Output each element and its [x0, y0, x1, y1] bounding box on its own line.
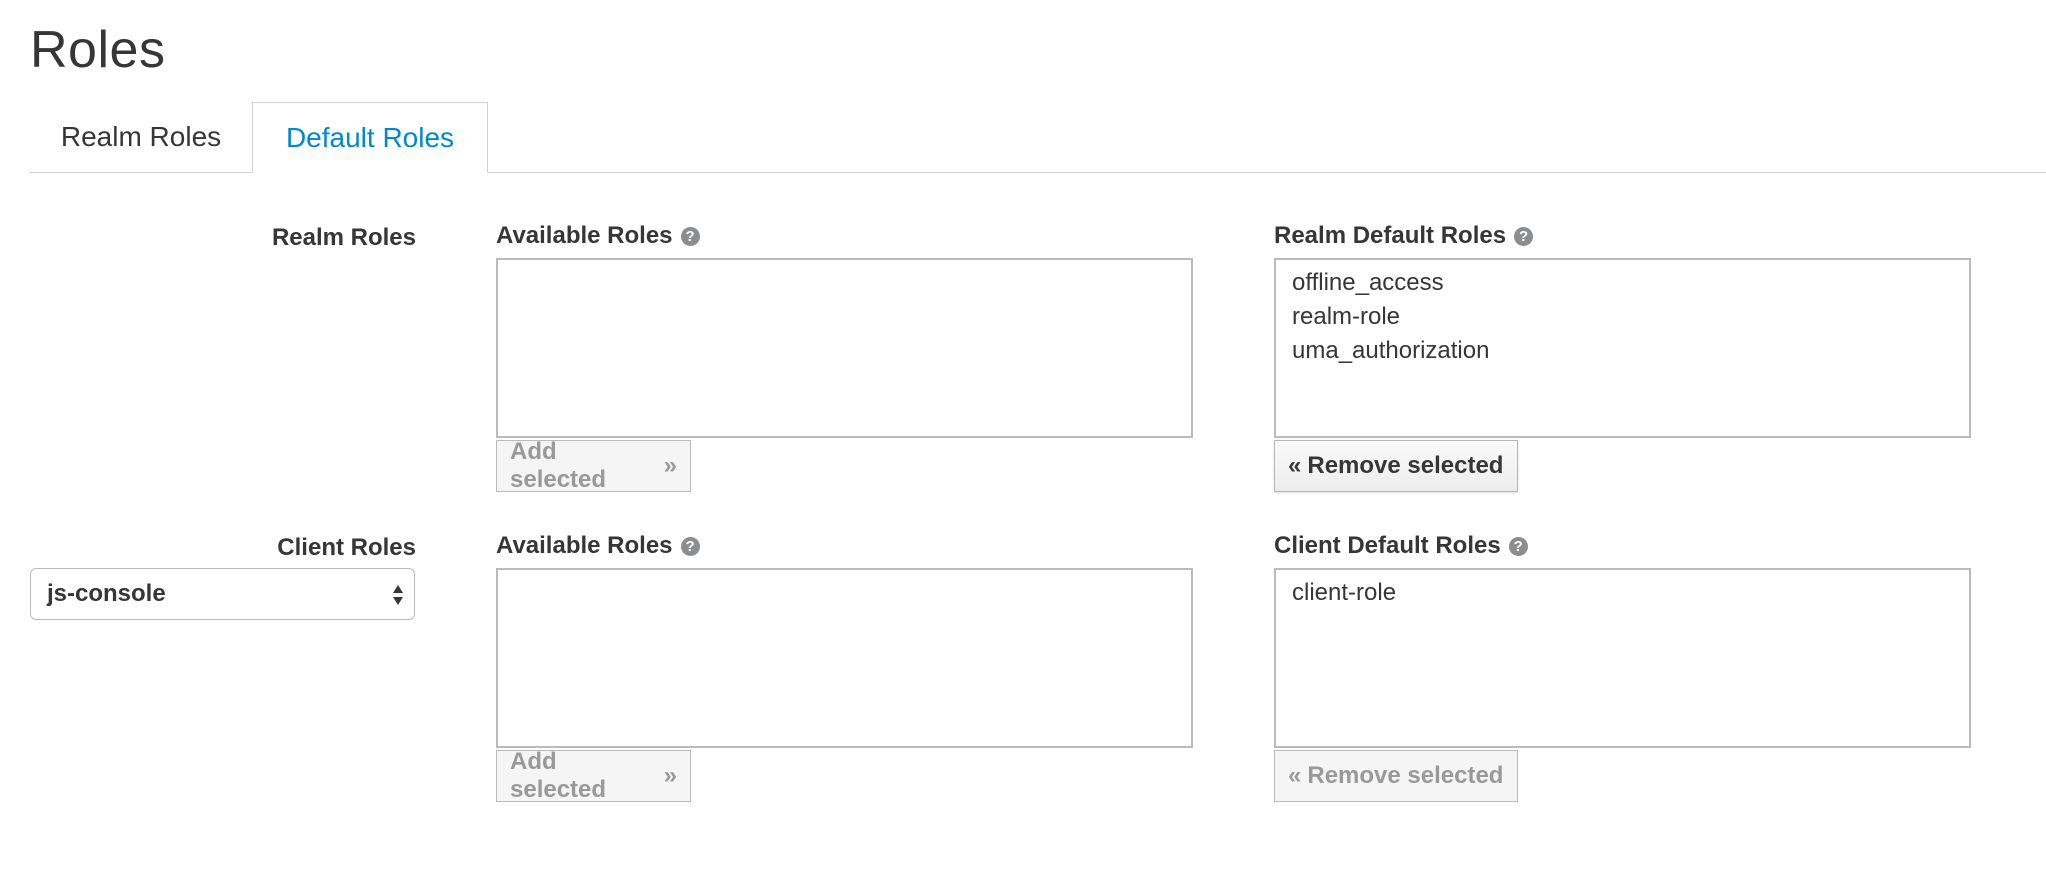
- client-available-roles-list[interactable]: [496, 568, 1193, 748]
- client-available-roles-label: Available Roles: [496, 532, 673, 559]
- double-chevron-right-icon: »: [663, 762, 677, 789]
- tab-default-roles[interactable]: Default Roles: [252, 102, 488, 173]
- add-selected-label: Add selected: [510, 748, 607, 803]
- realm-default-roles-list[interactable]: offline_access realm-role uma_authorizat…: [1274, 258, 1971, 438]
- realm-default-roles-label: Realm Default Roles: [1274, 222, 1507, 249]
- client-select-value: js-console: [47, 580, 166, 607]
- help-icon[interactable]: ?: [680, 536, 700, 556]
- add-selected-label: Add selected: [510, 438, 607, 493]
- page-title: Roles: [30, 21, 166, 79]
- realm-add-selected-button[interactable]: Add selected »: [496, 438, 691, 493]
- realm-default-roles-heading: Realm Default Roles ?: [1274, 222, 1534, 250]
- help-icon[interactable]: ?: [1508, 536, 1528, 556]
- client-default-roles-heading: Client Default Roles ?: [1274, 532, 1528, 560]
- select-arrows-icon: [393, 585, 403, 605]
- realm-available-roles-list[interactable]: [496, 258, 1193, 438]
- remove-selected-label: Remove selected: [1307, 762, 1504, 789]
- realm-available-roles-heading: Available Roles ?: [496, 222, 700, 250]
- list-item[interactable]: uma_authorization: [1292, 334, 1953, 368]
- client-default-roles-list[interactable]: client-role: [1274, 568, 1971, 748]
- double-chevron-right-icon: »: [663, 452, 677, 479]
- list-item[interactable]: realm-role: [1292, 300, 1953, 334]
- remove-selected-label: Remove selected: [1307, 452, 1504, 479]
- client-remove-selected-button[interactable]: « Remove selected: [1274, 750, 1518, 802]
- client-roles-label: Client Roles: [277, 534, 416, 561]
- client-available-roles-heading: Available Roles ?: [496, 532, 700, 560]
- client-add-selected-button[interactable]: Add selected »: [496, 748, 691, 803]
- realm-remove-selected-button[interactable]: « Remove selected: [1274, 440, 1518, 492]
- tab-bar: Realm Roles Default Roles: [30, 102, 2046, 173]
- list-item[interactable]: client-role: [1292, 576, 1953, 610]
- tab-realm-roles[interactable]: Realm Roles: [30, 102, 252, 172]
- client-select[interactable]: js-console: [30, 568, 415, 620]
- client-default-roles-label: Client Default Roles: [1274, 532, 1501, 559]
- double-chevron-left-icon: «: [1288, 452, 1302, 479]
- realm-roles-label: Realm Roles: [271, 224, 416, 251]
- help-icon[interactable]: ?: [1514, 226, 1534, 246]
- help-icon[interactable]: ?: [680, 226, 700, 246]
- double-chevron-left-icon: «: [1288, 762, 1302, 789]
- list-item[interactable]: offline_access: [1292, 266, 1953, 300]
- realm-available-roles-label: Available Roles: [496, 222, 673, 249]
